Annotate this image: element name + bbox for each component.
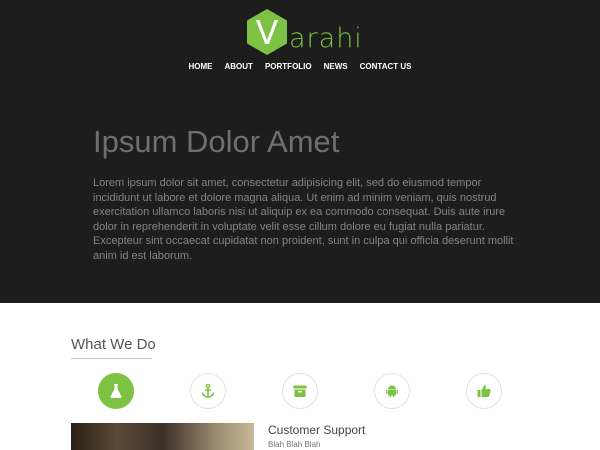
hero-body-text: Lorem ipsum dolor sit amet, consectetur … xyxy=(93,177,514,262)
service-android-button[interactable] xyxy=(374,373,410,409)
service-flask-button[interactable] xyxy=(98,373,134,409)
nav-contact-us[interactable]: CONTACT US xyxy=(360,62,412,71)
archive-icon xyxy=(293,385,307,397)
service-anchor-button[interactable] xyxy=(190,373,226,409)
android-icon xyxy=(386,385,398,398)
logo[interactable]: V arahi xyxy=(247,9,362,55)
feature-title: Customer Support xyxy=(268,423,366,437)
feature-photo xyxy=(71,423,254,450)
logo-initial: V xyxy=(255,13,279,52)
nav-portfolio[interactable]: PORTFOLIO xyxy=(265,62,312,71)
feature-subtitle: Blah Blah Blah xyxy=(268,440,321,449)
nav-about[interactable]: ABOUT xyxy=(225,62,253,71)
service-thumbs-up-button[interactable] xyxy=(466,373,502,409)
nav-home[interactable]: HOME xyxy=(189,62,213,71)
nav-news[interactable]: NEWS xyxy=(324,62,348,71)
section-divider xyxy=(71,358,152,359)
thumbs-up-icon xyxy=(477,385,491,397)
section-title: What We Do xyxy=(71,336,156,353)
hero-title: Ipsum Dolor Amet xyxy=(93,124,340,159)
main-nav: HOME ABOUT PORTFOLIO NEWS CONTACT US xyxy=(0,62,600,71)
flask-icon xyxy=(110,384,122,398)
hero-section: V arahi HOME ABOUT PORTFOLIO NEWS CONTACT US… xyxy=(0,0,600,303)
logo-text: arahi xyxy=(289,23,363,54)
anchor-icon xyxy=(201,383,215,398)
service-archive-button[interactable] xyxy=(282,373,318,409)
